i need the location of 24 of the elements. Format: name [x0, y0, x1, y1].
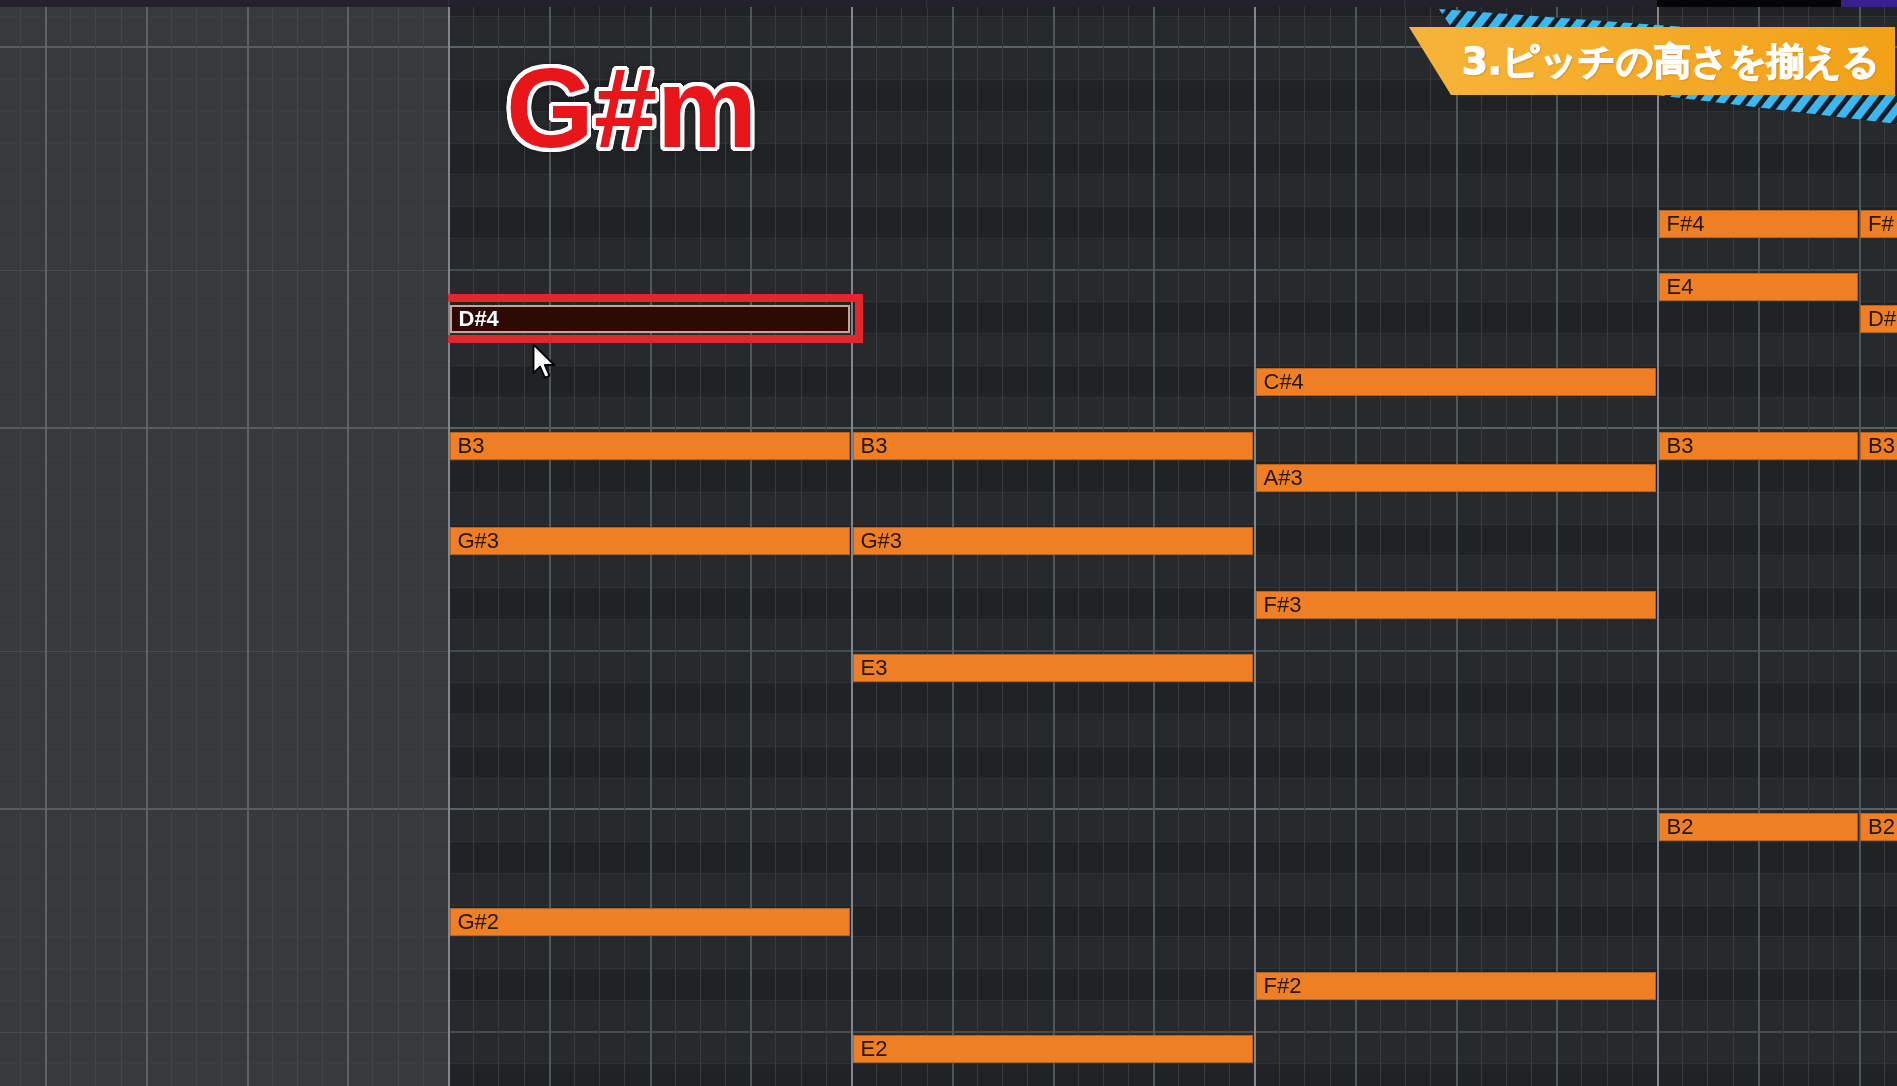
midi-note[interactable]: D# — [1860, 304, 1897, 333]
midi-note[interactable]: G#2 — [449, 908, 850, 937]
midi-note[interactable]: E4 — [1658, 273, 1858, 302]
chord-name: G#m — [506, 52, 758, 165]
midi-note[interactable]: A#3 — [1255, 463, 1656, 492]
midi-note[interactable]: E3 — [852, 654, 1253, 683]
midi-note[interactable]: G#3 — [852, 527, 1253, 556]
midi-note[interactable]: B2 — [1860, 813, 1897, 842]
midi-note[interactable]: B3 — [449, 431, 850, 460]
midi-note[interactable]: F# — [1860, 209, 1897, 238]
midi-note[interactable]: F#4 — [1658, 209, 1858, 238]
midi-note[interactable]: B3 — [1658, 431, 1858, 460]
midi-note[interactable]: E2 — [852, 1035, 1253, 1064]
section-banner: 3.ピッチの高さを揃える — [1409, 27, 1895, 95]
midi-note[interactable]: F#3 — [1255, 590, 1656, 619]
midi-note[interactable]: F#2 — [1255, 971, 1656, 1000]
midi-note[interactable]: B2 — [1658, 813, 1858, 842]
midi-note[interactable]: D#4 — [449, 304, 850, 333]
midi-note[interactable]: G#3 — [449, 527, 850, 556]
midi-note[interactable]: C#4 — [1255, 368, 1656, 397]
midi-note[interactable]: B3 — [852, 431, 1253, 460]
midi-note[interactable]: B3 — [1860, 431, 1897, 460]
mouse-pointer-icon — [532, 343, 558, 380]
region-marker — [1841, 0, 1897, 7]
